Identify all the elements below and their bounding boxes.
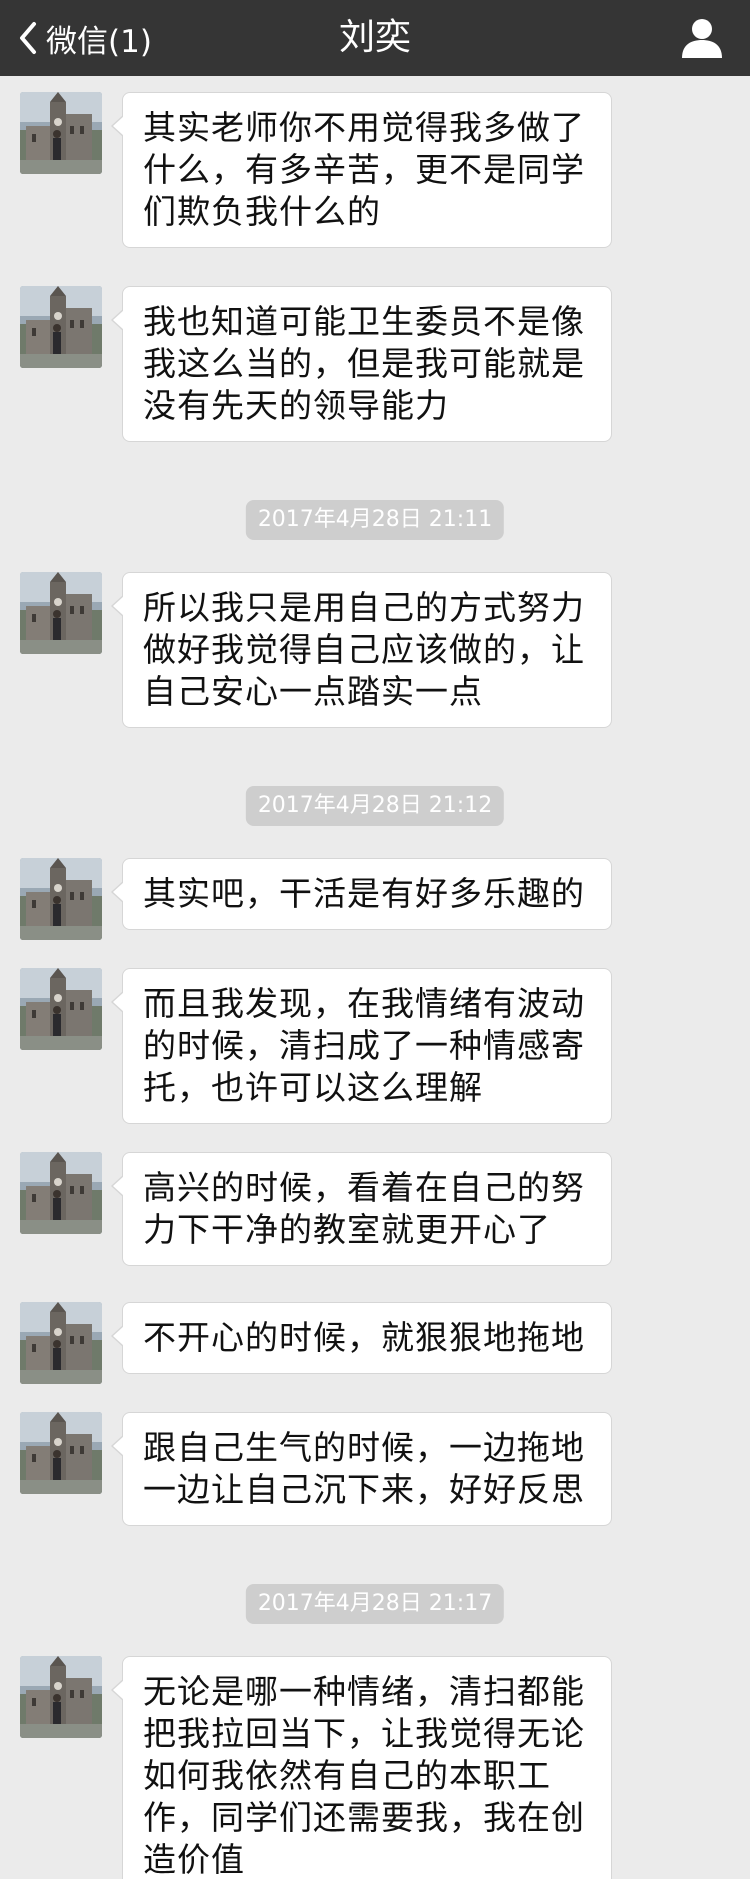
message-bubble[interactable]: 无论是哪一种情绪，清扫都能把我拉回当下，让我觉得无论如何我依然有自己的本职工作，… <box>111 1656 612 1879</box>
timestamp: 2017年4月28日 21:12 <box>245 786 505 826</box>
castle-photo-icon <box>20 858 102 940</box>
avatar[interactable] <box>20 286 102 368</box>
castle-photo-icon <box>20 92 102 174</box>
castle-photo-icon <box>20 1656 102 1738</box>
avatar[interactable] <box>20 968 102 1050</box>
message-bubble[interactable]: 我也知道可能卫生委员不是像我这么当的，但是我可能就是没有先天的领导能力 <box>111 286 612 442</box>
chat-info-button[interactable] <box>680 16 724 60</box>
message-bubble[interactable]: 而且我发现，在我情绪有波动的时候，清扫成了一种情感寄托，也许可以这么理解 <box>111 968 612 1124</box>
castle-photo-icon <box>20 572 102 654</box>
message-bubble[interactable]: 所以我只是用自己的方式努力做好我觉得自己应该做的，让自己安心一点踏实一点 <box>111 572 612 728</box>
avatar[interactable] <box>20 1412 102 1494</box>
timestamp: 2017年4月28日 21:11 <box>245 500 505 540</box>
avatar[interactable] <box>20 1656 102 1738</box>
castle-photo-icon <box>20 968 102 1050</box>
castle-photo-icon <box>20 1412 102 1494</box>
person-icon <box>682 19 722 58</box>
avatar[interactable] <box>20 572 102 654</box>
message-bubble[interactable]: 其实老师你不用觉得我多做了什么，有多辛苦，更不是同学们欺负我什么的 <box>111 92 612 248</box>
castle-photo-icon <box>20 1152 102 1234</box>
message-bubble[interactable]: 其实吧，干活是有好多乐趣的 <box>111 858 612 930</box>
castle-photo-icon <box>20 1302 102 1384</box>
message-list[interactable]: 其实老师你不用觉得我多做了什么，有多辛苦，更不是同学们欺负我什么的 我也知道可能… <box>0 76 750 1879</box>
nav-bar: 微信(1) 刘奕 <box>0 0 750 76</box>
chat-title: 刘奕 <box>338 17 411 58</box>
avatar[interactable] <box>20 858 102 940</box>
timestamp: 2017年4月28日 21:17 <box>245 1584 505 1624</box>
message-bubble[interactable]: 高兴的时候，看着在自己的努力下干净的教室就更开心了 <box>111 1152 612 1266</box>
castle-photo-icon <box>20 286 102 368</box>
avatar[interactable] <box>20 1152 102 1234</box>
avatar[interactable] <box>20 92 102 174</box>
avatar[interactable] <box>20 1302 102 1384</box>
message-bubble[interactable]: 不开心的时候，就狠狠地拖地 <box>111 1302 612 1374</box>
message-bubble[interactable]: 跟自己生气的时候，一边拖地一边让自己沉下来，好好反思 <box>111 1412 612 1526</box>
